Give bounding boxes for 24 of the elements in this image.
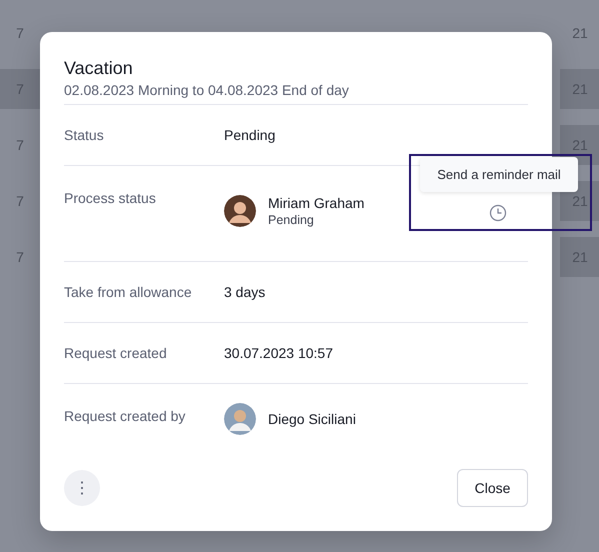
date-range: 02.08.2023 Morning to 04.08.2023 End of day (64, 80, 528, 105)
calendar-day: 7 (0, 181, 40, 221)
field-label: Take from allowance (64, 283, 193, 302)
tooltip: Send a reminder mail (420, 157, 578, 192)
avatar (224, 403, 256, 435)
field-value: 3 days (224, 283, 266, 302)
clock-icon[interactable] (489, 204, 507, 222)
field-label: Request created (64, 344, 168, 363)
more-button[interactable]: ⋮ (64, 470, 100, 506)
field-label: Status (64, 126, 105, 145)
avatar (224, 195, 256, 227)
field-value: 30.07.2023 10:57 (224, 344, 333, 363)
field-label: Process status (64, 189, 157, 208)
field-value: Pending (224, 126, 276, 145)
calendar-day: 7 (0, 13, 40, 53)
person-name: Miriam Graham (268, 194, 364, 212)
calendar-day: 7 (0, 125, 40, 165)
calendar-day: 21 (560, 13, 599, 53)
dialog-title: Vacation (64, 57, 134, 80)
person-status: Pending (268, 212, 315, 228)
field-label: Request created by (64, 407, 186, 426)
person-name: Diego Siciliani (268, 410, 356, 428)
calendar-day: 7 (0, 237, 40, 277)
close-button[interactable]: Close (457, 469, 528, 507)
